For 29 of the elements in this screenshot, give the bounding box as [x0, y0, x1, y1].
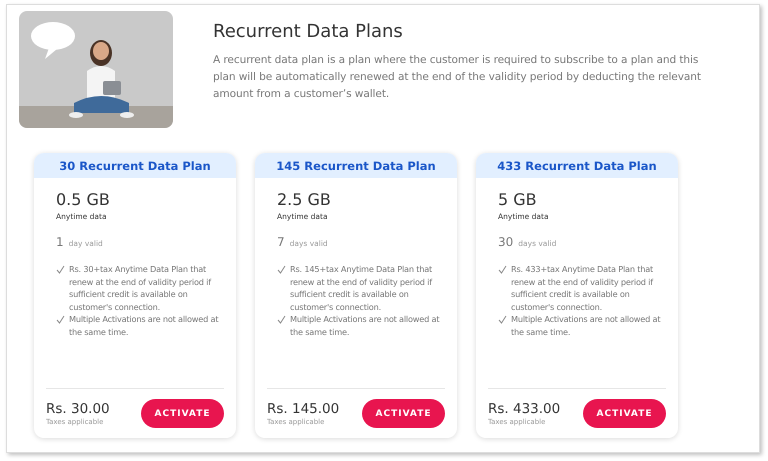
section-description: A recurrent data plan is a plan where the customer is required to subscribe to a plan and this plan will be automatically renewed at the end of the validity period by deducting the relevant amount from a customer’s wallet. — [213, 53, 702, 102]
data-amount: 0.5 GB — [56, 190, 111, 209]
data-amount: 5 GB — [498, 190, 538, 209]
feature-text: Rs. 145+tax Anytime Data Plan that renew at the end of validity period if sufficient credit is available on customer's connection. — [290, 263, 434, 313]
data-amount: 2.5 GB — [277, 190, 332, 209]
validity-days: 7 — [277, 235, 285, 249]
check-icon — [56, 315, 65, 324]
check-icon — [498, 265, 507, 274]
section-title: Recurrent Data Plans — [213, 21, 404, 42]
activate-button[interactable]: ACTIVATE — [141, 399, 224, 428]
check-icon — [277, 265, 286, 274]
feature-text: Rs. 30+tax Anytime Data Plan that renew at the end of validity period if sufficient credit is available on customer's connection. — [69, 263, 212, 313]
validity-days: 30 — [498, 235, 514, 249]
feature-text: Multiple Activations are not allowed at the same time. — [511, 313, 662, 338]
check-icon — [277, 315, 286, 324]
check-icon — [56, 265, 65, 274]
plan-title: 145 Recurrent Data Plan — [255, 153, 457, 178]
feature-text: Rs. 433+tax Anytime Data Plan that renew at the end of validity period if sufficient credit is available on customer's connection. — [511, 263, 654, 313]
price: Rs. 30.00 — [46, 401, 110, 417]
feature-text: Multiple Activations are not allowed at the same time. — [69, 313, 220, 338]
plan-title: 433 Recurrent Data Plan — [476, 153, 678, 178]
plan-title: 30 Recurrent Data Plan — [34, 153, 236, 178]
validity-days: 1 — [56, 235, 64, 249]
check-icon — [498, 315, 507, 324]
price: Rs. 145.00 — [267, 401, 340, 417]
activate-button[interactable]: ACTIVATE — [362, 399, 445, 428]
price: Rs. 433.00 — [488, 401, 560, 417]
activate-button[interactable]: ACTIVATE — [583, 399, 666, 428]
feature-text: Multiple Activations are not allowed at the same time. — [290, 313, 440, 338]
